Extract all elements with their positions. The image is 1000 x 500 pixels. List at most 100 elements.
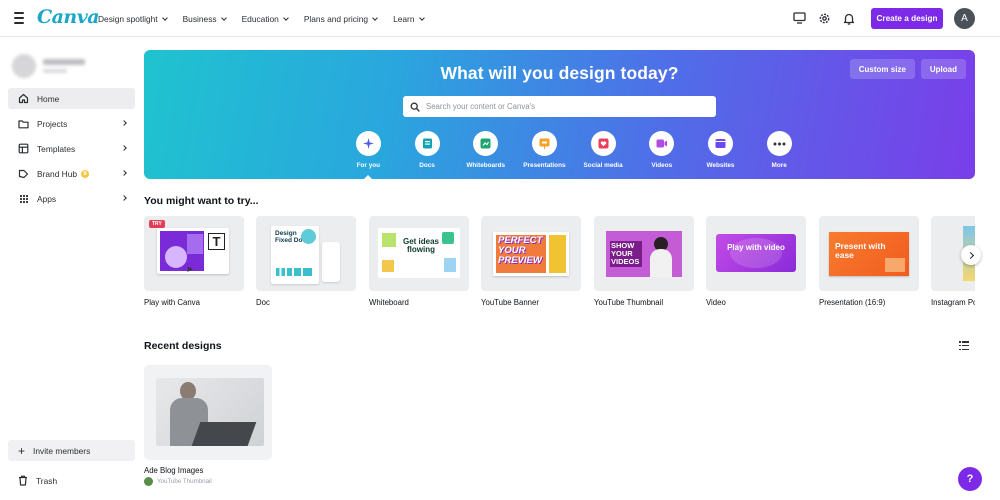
presentation-thumb-text: Present with ease [835, 241, 886, 260]
banner-thumb-text: PERFECT YOUR PREVIEW [498, 235, 543, 266]
search-input[interactable] [426, 102, 696, 111]
sidebar-item-label: Apps [37, 193, 57, 204]
chevron-right-icon [121, 195, 127, 201]
template-icon [18, 143, 29, 154]
folder-icon [18, 118, 29, 129]
carousel-next-button[interactable] [961, 245, 981, 265]
monitor-icon[interactable] [791, 10, 807, 26]
list-view-icon[interactable] [959, 341, 969, 350]
card-label: Play with Canva [144, 298, 200, 307]
trash-button[interactable]: Trash [8, 470, 135, 491]
tab-presentations[interactable]: Presentations [515, 131, 574, 169]
card-thumbnail: Get ideas flowing [369, 216, 469, 291]
tab-websites[interactable]: Websites [691, 131, 750, 169]
tab-label: Websites [706, 162, 735, 169]
sidebar-item-label: Projects [37, 118, 68, 129]
sidebar-item-templates[interactable]: Templates [8, 138, 135, 159]
nav-label: Learn [393, 13, 415, 24]
gear-icon[interactable] [816, 10, 832, 26]
sparkle-icon [355, 131, 381, 156]
tab-label: Social media [583, 162, 623, 169]
crown-icon: ♛ [81, 169, 90, 178]
suggestion-card-video[interactable]: Play with video Video [706, 216, 806, 307]
invite-members-button[interactable]: + Invite members [8, 440, 135, 461]
apps-icon [18, 193, 29, 204]
hero-buttons: Custom size Upload [849, 59, 966, 79]
card-label: Instagram Po [931, 298, 975, 307]
chevron-down-icon [282, 14, 289, 21]
profile-picture [12, 54, 36, 78]
card-label: YouTube Banner [481, 298, 539, 307]
suggestion-card-youtube-banner[interactable]: PERFECT YOUR PREVIEW YouTube Banner [481, 216, 581, 307]
card-label: Presentation (16:9) [819, 298, 886, 307]
sidebar-item-projects[interactable]: Projects [8, 113, 135, 134]
tab-more[interactable]: More [750, 131, 809, 169]
tab-label: Docs [419, 162, 435, 169]
card-label: Whiteboard [369, 298, 409, 307]
trash-label: Trash [36, 475, 58, 486]
nav-menu: Design spotlight Business Education Plan… [98, 0, 425, 37]
tab-videos[interactable]: Videos [632, 131, 691, 169]
suggestion-card-youtube-thumbnail[interactable]: SHOW YOUR VIDEOS YouTube Thumbnail [594, 216, 694, 307]
menu-icon[interactable] [14, 12, 24, 24]
card-thumbnail: Present with ease [819, 216, 919, 291]
card-thumbnail: Play with video [706, 216, 806, 291]
avatar[interactable]: A [954, 7, 975, 29]
recent-design-thumbnail [156, 378, 264, 446]
create-design-button[interactable]: Create a design [871, 7, 943, 29]
tab-label: Videos [651, 162, 673, 169]
sidebar: Home Projects Templates Brand Hub ♛ Apps [0, 38, 140, 500]
nav-plans-pricing[interactable]: Plans and pricing [304, 14, 378, 24]
nav-education[interactable]: Education [242, 14, 289, 24]
nav-business[interactable]: Business [182, 13, 227, 24]
search-bar[interactable] [403, 96, 716, 117]
nav-label: Design spotlight [98, 13, 158, 24]
tab-label: More [771, 162, 787, 169]
suggestion-card-whiteboard[interactable]: Get ideas flowing Whiteboard [369, 216, 469, 307]
brand-icon [18, 168, 29, 179]
tab-social-media[interactable]: Social media [574, 131, 633, 169]
custom-size-button[interactable]: Custom size [849, 59, 915, 79]
tab-docs[interactable]: Docs [398, 131, 457, 169]
help-button[interactable]: ? [958, 467, 982, 491]
bell-icon[interactable] [841, 10, 857, 26]
recent-design-meta: YouTube Thumbnail [144, 477, 212, 486]
nav-design-spotlight[interactable]: Design spotlight [98, 13, 168, 24]
sidebar-item-label: Home [37, 93, 60, 104]
nav-learn[interactable]: Learn [393, 13, 425, 24]
card-thumbnail: TRY T ➤ [144, 216, 244, 291]
card-label: Doc [256, 298, 270, 307]
thumbnail-thumb-text: SHOW YOUR VIDEOS [610, 241, 642, 267]
upload-button[interactable]: Upload [920, 59, 966, 79]
plus-icon: + [18, 443, 26, 458]
sidebar-item-apps[interactable]: Apps [8, 188, 135, 209]
tab-label: For you [356, 162, 381, 169]
tab-label: Presentations [523, 162, 566, 169]
recent-design-type: YouTube Thumbnail [157, 478, 212, 485]
tab-whiteboards[interactable]: Whiteboards [456, 131, 515, 169]
chevron-right-icon [966, 251, 974, 259]
nav-label: Business [182, 13, 217, 24]
canva-logo[interactable]: Canva [37, 6, 100, 28]
sidebar-item-home[interactable]: Home [8, 88, 135, 109]
recent-designs-title: Recent designs [144, 340, 222, 352]
tab-for-you[interactable]: For you [339, 131, 398, 169]
recent-design-title[interactable]: Ade Blog Images [144, 466, 203, 475]
chevron-right-icon [121, 145, 127, 151]
recent-design-card[interactable] [144, 365, 272, 460]
video-icon [649, 131, 675, 156]
chevron-down-icon [161, 14, 168, 21]
chevron-down-icon [372, 14, 378, 21]
sidebar-item-brand-hub[interactable]: Brand Hub ♛ [8, 163, 135, 184]
whiteboard-thumb-text: Get ideas flowing [402, 237, 439, 254]
category-tabs: For you Docs Whiteboards Presentations S… [339, 131, 809, 169]
top-navigation: Canva Design spotlight Business Educatio… [0, 0, 1000, 37]
suggestion-carousel: TRY T ➤ Play with Canva Design Fixed Doc… [144, 216, 975, 316]
account-profile[interactable] [12, 54, 85, 78]
card-thumbnail: SHOW YOUR VIDEOS [594, 216, 694, 291]
card-thumbnail: PERFECT YOUR PREVIEW [481, 216, 581, 291]
suggestion-card-play-with-canva[interactable]: TRY T ➤ Play with Canva [144, 216, 244, 307]
suggestion-card-presentation[interactable]: Present with ease Presentation (16:9) [819, 216, 919, 307]
suggestion-card-doc[interactable]: Design Fixed Docs Doc [256, 216, 356, 307]
video-thumb-text: Play with video [727, 243, 785, 252]
